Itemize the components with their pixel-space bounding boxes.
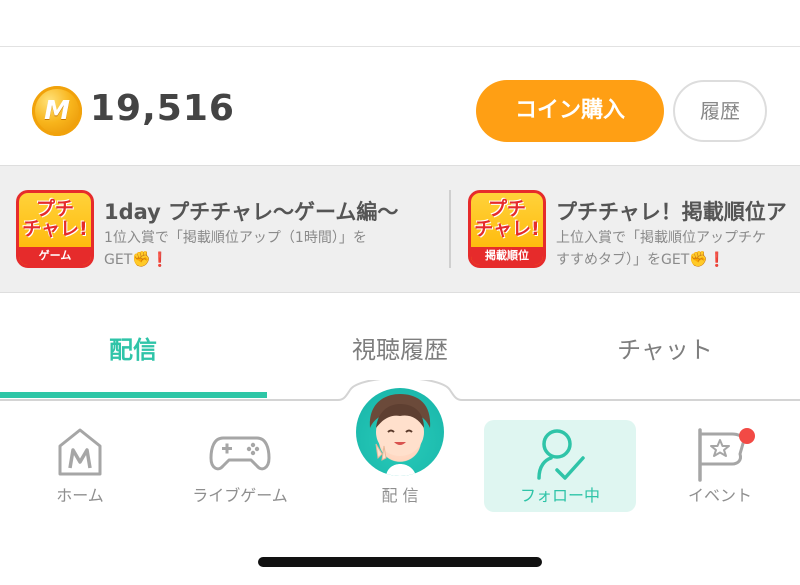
banner-icon-text: プチ チャレ! xyxy=(471,199,543,239)
banner-description: 上位入賞で「掲載順位アップチケ すすめタブ）」をGET✊❗ xyxy=(556,228,800,271)
home-indicator[interactable] xyxy=(258,557,542,567)
history-button[interactable]: 履歴 xyxy=(673,80,767,142)
nav-event[interactable]: イベント xyxy=(645,420,795,512)
coin-balance: 19,516 xyxy=(90,88,235,129)
banner-icon-band: ゲーム xyxy=(19,247,91,265)
nav-home[interactable]: ホーム xyxy=(5,420,155,512)
fist-icon: ✊ xyxy=(689,250,708,268)
nav-broadcast[interactable]: 配 信 xyxy=(325,420,475,512)
fist-icon: ✊ xyxy=(132,250,151,268)
banner-desc-line1: 1位入賞で「掲載順位アップ（1時間）」を xyxy=(104,230,367,246)
petit-challenge-game-icon: プチ チャレ! ゲーム xyxy=(16,190,94,268)
banner-title: 1day プチチャレ～ゲーム編～ xyxy=(104,200,399,224)
banner-divider xyxy=(449,190,451,268)
banner-icon-band: 掲載順位 xyxy=(471,247,543,265)
petit-challenge-rank-icon: プチ チャレ! 掲載順位 xyxy=(468,190,546,268)
banner-item[interactable]: プチ チャレ! ゲーム 1day プチチャレ～ゲーム編～ 1位入賞で「掲載順位ア… xyxy=(0,166,440,292)
banner-icon-text-bottom: チャレ! xyxy=(22,218,88,240)
banner-description: 1位入賞で「掲載順位アップ（1時間）」を GET✊❗ xyxy=(104,228,424,271)
banner-desc-line2: すすめタブ）」をGET xyxy=(556,252,690,268)
banner-carousel[interactable]: プチ チャレ! ゲーム 1day プチチャレ～ゲーム編～ 1位入賞で「掲載順位ア… xyxy=(0,165,800,293)
tab-broadcast[interactable]: 配信 xyxy=(33,330,233,365)
nav-label: ライブゲーム xyxy=(192,486,288,505)
exclamation-icon: ❗ xyxy=(150,252,169,268)
banner-desc-line2: GET xyxy=(104,252,133,268)
nav-following[interactable]: フォロー中 xyxy=(485,420,635,512)
nav-live-game[interactable]: ライブゲーム xyxy=(165,420,315,512)
active-tab-indicator xyxy=(0,392,267,398)
notification-badge xyxy=(739,428,755,444)
buy-coins-button[interactable]: コイン購入 xyxy=(476,80,664,142)
banner-icon-text: プチ チャレ! xyxy=(19,199,91,239)
exclamation-icon: ❗ xyxy=(707,252,726,268)
app-screen: M 19,516 コイン購入 履歴 プチ チャレ! ゲーム 1day プチチャレ… xyxy=(0,0,800,585)
banner-icon-text-top: プチ xyxy=(487,198,526,220)
coin-icon: M xyxy=(32,86,82,136)
nav-label: イベント xyxy=(687,486,752,505)
banner-title: プチチャレ！掲載順位ア xyxy=(556,200,787,224)
gamepad-icon xyxy=(209,436,271,471)
banner-desc-line1: 上位入賞で「掲載順位アップチケ xyxy=(556,230,766,246)
banner-item[interactable]: プチ チャレ! 掲載順位 プチチャレ！掲載順位ア 上位入賞で「掲載順位アップチケ… xyxy=(452,166,800,292)
top-divider xyxy=(0,46,800,47)
tab-chat[interactable]: チャット xyxy=(565,330,765,365)
banner-icon-text-top: プチ xyxy=(35,198,74,220)
follow-icon xyxy=(537,429,585,480)
home-icon xyxy=(58,428,102,476)
coin-symbol: M xyxy=(44,96,70,126)
tab-watch-history[interactable]: 視聴履歴 xyxy=(300,330,500,365)
nav-label: 配 信 xyxy=(381,486,419,505)
nav-label: ホーム xyxy=(56,486,104,505)
nav-label: フォロー中 xyxy=(519,486,600,505)
banner-icon-text-bottom: チャレ! xyxy=(474,218,540,240)
